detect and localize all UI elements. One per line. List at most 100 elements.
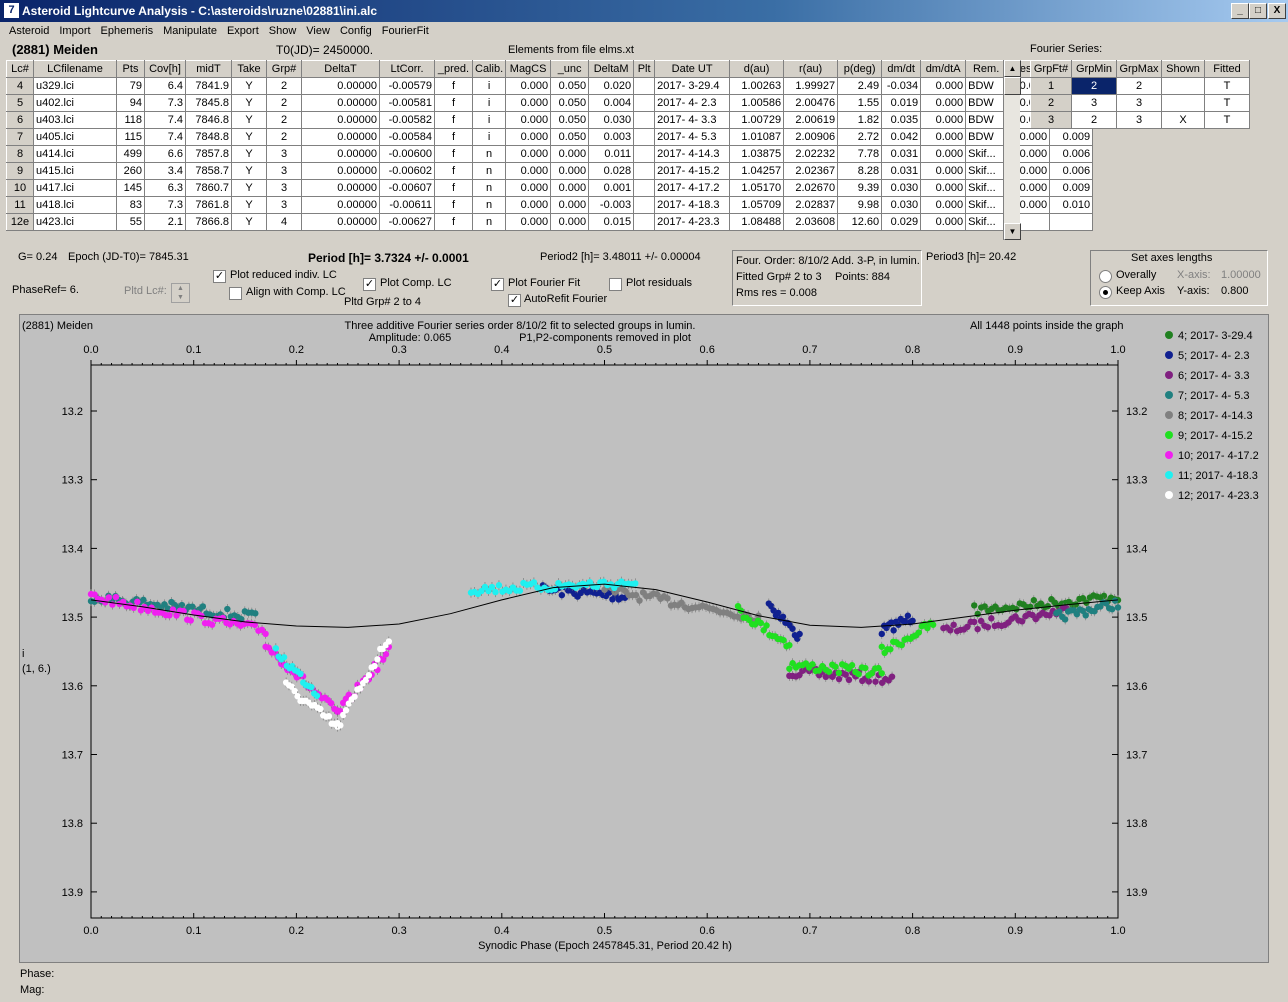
table-cell[interactable]: 0.00000 <box>301 162 380 180</box>
table-row[interactable]: 10 u417.lci 145 6.3 7860.7 Y 3 0.00000 -0.00607 f… <box>6 179 1094 197</box>
table-cell[interactable]: 2.00476 <box>783 94 839 112</box>
table-cell[interactable]: 83 <box>116 196 145 214</box>
fourier-cell[interactable]: 3 <box>1116 111 1162 129</box>
lc-col-header[interactable]: dm/dt <box>881 60 922 78</box>
table-cell[interactable]: 2 <box>266 94 302 112</box>
lc-col-header[interactable]: r(au) <box>783 60 839 78</box>
fourier-row[interactable]: 323XT <box>1030 111 1250 129</box>
table-cell[interactable]: 0.00000 <box>301 77 380 95</box>
table-cell[interactable]: -0.00584 <box>379 128 435 146</box>
menu-fourierfit[interactable]: FourierFit <box>377 22 434 37</box>
plot-reduced-checkbox[interactable]: ✓ <box>213 270 226 283</box>
table-cell[interactable]: 4 <box>266 213 302 231</box>
table-row[interactable]: 7 u405.lci 115 7.4 7848.8 Y 2 0.00000 -0.00584 f i… <box>6 128 1094 146</box>
table-cell[interactable]: Y <box>231 162 267 180</box>
lightcurve-plot[interactable]: 0.0 0.1 0.2 0.3 0.4 0.5 0.6 0.7 0.8 0.9 1.0 0.0 0.1… <box>20 315 1268 962</box>
table-cell[interactable] <box>633 94 656 112</box>
table-row[interactable]: 12e u423.lci 55 2.1 7866.8 Y 4 0.00000 -0.00627 f… <box>6 213 1094 231</box>
table-cell[interactable]: 0.000 <box>550 213 590 231</box>
fourier-cell[interactable]: T <box>1204 111 1250 129</box>
table-cell[interactable]: 2.03608 <box>783 213 839 231</box>
table-cell[interactable]: BDW <box>965 77 1008 95</box>
menu-manipulate[interactable]: Manipulate <box>158 22 222 37</box>
scroll-thumb[interactable] <box>1004 77 1021 95</box>
table-cell[interactable]: 7857.8 <box>185 145 232 163</box>
table-cell[interactable]: 0.00000 <box>301 179 380 197</box>
table-cell[interactable]: 2017- 4-15.2 <box>654 162 731 180</box>
table-cell[interactable] <box>633 111 656 129</box>
table-cell[interactable]: 0.00000 <box>301 145 380 163</box>
table-cell[interactable]: n <box>471 179 507 197</box>
fourier-row[interactable]: 233T <box>1030 94 1250 112</box>
table-cell[interactable]: 1.99927 <box>783 77 839 95</box>
table-cell[interactable]: Skif... <box>965 196 1008 214</box>
align-checkbox[interactable] <box>229 287 242 300</box>
table-cell[interactable]: 1.04257 <box>729 162 785 180</box>
table-cell[interactable]: 0.000 <box>920 213 967 231</box>
table-cell[interactable]: 0.00000 <box>301 213 380 231</box>
fourier-cell[interactable]: T <box>1204 94 1250 112</box>
table-cell[interactable]: -0.00582 <box>379 111 435 129</box>
table-cell[interactable]: n <box>471 145 507 163</box>
table-cell[interactable]: 0.000 <box>505 179 552 197</box>
table-cell[interactable]: 2.1 <box>144 213 186 231</box>
table-cell[interactable]: 1.00586 <box>729 94 785 112</box>
table-cell[interactable]: BDW <box>965 111 1008 129</box>
close-button[interactable]: X <box>1268 3 1286 19</box>
table-cell[interactable]: 0.00000 <box>301 196 380 214</box>
autorefit-checkbox[interactable]: ✓ <box>508 294 521 307</box>
table-cell[interactable]: 7.3 <box>144 196 186 214</box>
table-cell[interactable]: 1.00263 <box>729 77 785 95</box>
table-cell[interactable]: 7.3 <box>144 94 186 112</box>
table-cell[interactable]: 7845.8 <box>185 94 232 112</box>
table-cell[interactable]: 0.000 <box>505 196 552 214</box>
table-cell[interactable]: Y <box>231 179 267 197</box>
table-cell[interactable]: 0.009 <box>1049 128 1094 146</box>
table-cell[interactable]: -0.00600 <box>379 145 435 163</box>
table-cell[interactable]: 12e <box>6 213 34 231</box>
lc-col-header[interactable]: LtCorr. <box>379 60 435 78</box>
scroll-down-icon[interactable]: ▼ <box>1004 223 1021 240</box>
table-cell[interactable]: 7860.7 <box>185 179 232 197</box>
table-cell[interactable]: -0.00607 <box>379 179 435 197</box>
table-cell[interactable]: 0.000 <box>920 162 967 180</box>
table-cell[interactable]: 1.82 <box>837 111 883 129</box>
table-cell[interactable]: BDW <box>965 94 1008 112</box>
table-cell[interactable]: 3 <box>266 162 302 180</box>
table-cell[interactable]: 0.000 <box>920 179 967 197</box>
table-cell[interactable]: 1.05709 <box>729 196 785 214</box>
lc-col-header[interactable]: p(deg) <box>837 60 883 78</box>
table-cell[interactable]: 2.02367 <box>783 162 839 180</box>
table-cell[interactable]: u329.lci <box>33 77 117 95</box>
table-cell[interactable]: 0.035 <box>881 111 922 129</box>
table-cell[interactable]: 0.050 <box>550 77 590 95</box>
fourier-cell[interactable]: 3 <box>1071 94 1117 112</box>
table-cell[interactable]: 2 <box>266 77 302 95</box>
table-cell[interactable]: 2.72 <box>837 128 883 146</box>
table-cell[interactable]: 2017- 4-18.3 <box>654 196 731 214</box>
table-cell[interactable]: 2017- 4-14.3 <box>654 145 731 163</box>
table-cell[interactable] <box>633 179 656 197</box>
lc-col-header[interactable]: DeltaM <box>588 60 635 78</box>
table-cell[interactable]: 7858.7 <box>185 162 232 180</box>
table-cell[interactable]: 0.030 <box>588 111 635 129</box>
table-cell[interactable]: 9 <box>6 162 34 180</box>
menu-import[interactable]: Import <box>54 22 95 37</box>
table-cell[interactable]: 1.05170 <box>729 179 785 197</box>
table-cell[interactable] <box>633 77 656 95</box>
table-cell[interactable]: -0.00611 <box>379 196 435 214</box>
keep-axis-radio[interactable] <box>1099 286 1112 299</box>
table-cell[interactable]: 0.00000 <box>301 128 380 146</box>
table-cell[interactable]: 0.000 <box>550 145 590 163</box>
lc-col-header[interactable]: Calib. <box>471 60 507 78</box>
fourier-cell[interactable]: X <box>1161 111 1205 129</box>
fourier-cell[interactable]: 1 <box>1030 77 1072 95</box>
table-cell[interactable]: Skif... <box>965 213 1008 231</box>
table-cell[interactable]: 0.050 <box>550 128 590 146</box>
table-cell[interactable]: 0.019 <box>881 94 922 112</box>
table-cell[interactable]: 2017- 4- 5.3 <box>654 128 731 146</box>
lc-col-header[interactable]: Pts <box>116 60 145 78</box>
table-cell[interactable]: -0.00627 <box>379 213 435 231</box>
table-cell[interactable]: 7861.8 <box>185 196 232 214</box>
table-cell[interactable]: 0.030 <box>881 196 922 214</box>
